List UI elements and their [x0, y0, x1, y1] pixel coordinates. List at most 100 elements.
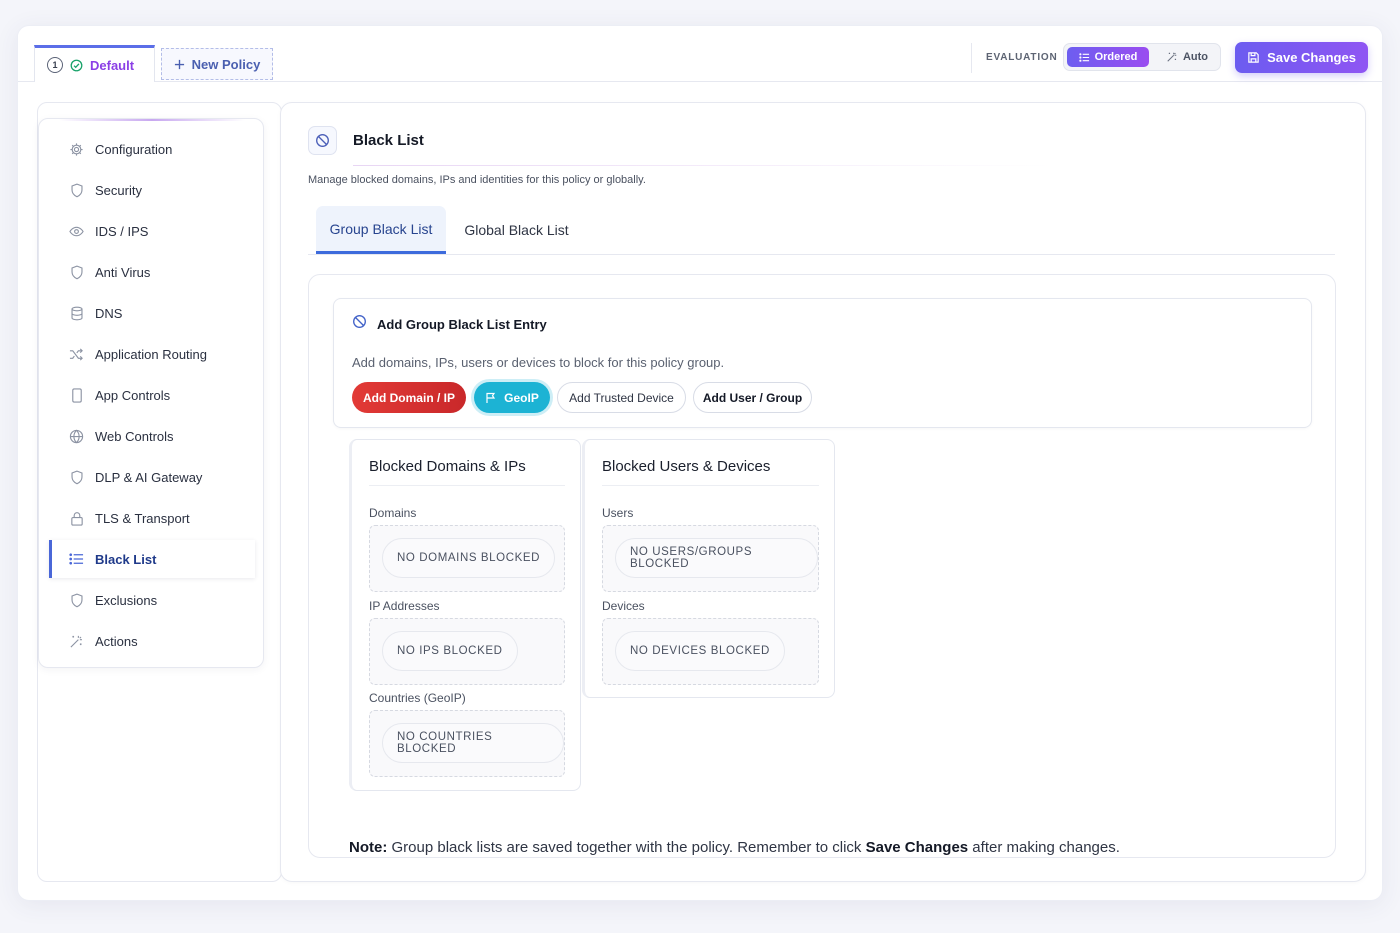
add-domain-ip-button[interactable]: Add Domain / IP — [352, 382, 466, 413]
block-icon — [308, 126, 337, 155]
domains-label: Domains — [369, 506, 417, 520]
sidebar-item-label: TLS & Transport — [95, 510, 190, 526]
lock-icon — [69, 511, 84, 526]
sidebar-nav: Configuration Security IDS / IPS Anti Vi… — [38, 118, 264, 668]
domains-empty-state: NO DOMAINS BLOCKED — [369, 525, 565, 592]
database-icon — [69, 306, 84, 321]
sidebar-item-label: DNS — [95, 305, 123, 321]
tab-global-black-list[interactable]: Global Black List — [453, 206, 580, 254]
new-policy-button[interactable]: New Policy — [161, 48, 273, 80]
add-entry-card: Add Group Black List Entry Add domains, … — [333, 298, 1312, 428]
policy-tab-label: Default — [90, 57, 135, 73]
blocked-domains-section: Blocked Domains & IPs Domains NO DOMAINS… — [349, 439, 581, 791]
evaluation-ordered-label: Ordered — [1094, 51, 1138, 63]
sidebar-item-label: Anti Virus — [95, 264, 151, 280]
shield-icon — [69, 470, 84, 485]
sidebar-item-app-controls[interactable]: App Controls — [49, 376, 255, 414]
geoip-button[interactable]: GeoIP — [474, 382, 550, 413]
sidebar-item-label: Web Controls — [95, 428, 174, 444]
evaluation-mode-toggle: Ordered Auto — [1063, 43, 1221, 71]
note-prefix: Note: — [349, 839, 388, 856]
evaluation-auto-button[interactable]: Auto — [1156, 47, 1218, 67]
sidebar-item-application-routing[interactable]: Application Routing — [49, 335, 255, 373]
app-window: 1 Default New Policy EVALUATION Ordered — [17, 25, 1383, 901]
add-trusted-device-button[interactable]: Add Trusted Device — [557, 382, 686, 413]
note-text: Group black lists are saved together wit… — [387, 839, 866, 856]
section-divider — [369, 485, 565, 486]
check-circle-icon — [70, 59, 83, 72]
plus-icon — [174, 59, 185, 70]
policy-number-badge: 1 — [47, 57, 63, 73]
list-icon — [1078, 52, 1090, 63]
new-policy-label: New Policy — [191, 56, 261, 72]
countries-empty-state: NO COUNTRIES BLOCKED — [369, 710, 565, 777]
eye-icon — [69, 224, 84, 239]
evaluation-ordered-button[interactable]: Ordered — [1067, 47, 1149, 67]
section-title: Blocked Domains & IPs — [369, 458, 526, 475]
sidebar-item-tls-transport[interactable]: TLS & Transport — [49, 499, 255, 537]
topbar-divider — [971, 43, 972, 73]
save-note: Note: Group black lists are saved togeth… — [349, 839, 1120, 856]
sidebar-item-actions[interactable]: Actions — [49, 622, 255, 660]
shield-icon — [69, 265, 84, 280]
users-label: Users — [602, 506, 634, 520]
empty-state-label: NO COUNTRIES BLOCKED — [382, 723, 564, 763]
sidebar-item-web-controls[interactable]: Web Controls — [49, 417, 255, 455]
wand-icon — [69, 634, 84, 649]
evaluation-auto-label: Auto — [1182, 51, 1209, 63]
save-changes-button[interactable]: Save Changes — [1235, 42, 1368, 73]
flag-icon — [485, 392, 497, 404]
sidebar-item-label: IDS / IPS — [95, 223, 149, 239]
sidebar-item-anti-virus[interactable]: Anti Virus — [49, 253, 255, 291]
sidebar-item-dlp-ai-gateway[interactable]: DLP & AI Gateway — [49, 458, 255, 496]
empty-state-label: NO IPS BLOCKED — [382, 631, 518, 671]
sidebar-item-ids-ips[interactable]: IDS / IPS — [49, 212, 255, 250]
sidebar-item-label: Actions — [95, 633, 138, 649]
block-icon — [352, 314, 367, 329]
page-title: Black List — [353, 132, 424, 149]
empty-state-label: NO USERS/GROUPS BLOCKED — [615, 538, 818, 578]
shield-icon — [69, 183, 84, 198]
top-bar: 1 Default New Policy EVALUATION Ordered — [18, 26, 1382, 82]
sidebar-item-security[interactable]: Security — [49, 171, 255, 209]
sidebar-item-exclusions[interactable]: Exclusions — [49, 581, 255, 619]
tab-group-black-list[interactable]: Group Black List — [316, 206, 446, 254]
shuffle-icon — [69, 347, 84, 362]
sidebar-item-dns[interactable]: DNS — [49, 294, 255, 332]
sidebar-item-label: Exclusions — [95, 592, 158, 608]
ips-empty-state: NO IPS BLOCKED — [369, 618, 565, 685]
countries-label: Countries (GeoIP) — [369, 691, 466, 705]
empty-state-label: NO DOMAINS BLOCKED — [382, 538, 556, 578]
geoip-label: GeoIP — [504, 390, 539, 405]
wand-icon — [1166, 51, 1178, 63]
section-title: Blocked Users & Devices — [602, 458, 771, 475]
shield-icon — [69, 593, 84, 608]
blacklist-tabs: Group Black List Global Black List — [308, 206, 1335, 255]
users-empty-state: NO USERS/GROUPS BLOCKED — [602, 525, 819, 592]
page-subtitle: Manage blocked domains, IPs and identiti… — [308, 174, 646, 186]
list-icon — [69, 552, 84, 567]
note-bold: Save Changes — [865, 839, 969, 856]
sidebar-item-label: DLP & AI Gateway — [95, 469, 203, 485]
sidebar-accent-line — [59, 119, 245, 121]
section-divider — [602, 485, 819, 486]
sidebar-item-label: Configuration — [95, 141, 173, 157]
save-changes-label: Save Changes — [1267, 50, 1356, 65]
evaluation-label: EVALUATION — [986, 52, 1058, 63]
sidebar-item-configuration[interactable]: Configuration — [49, 130, 255, 168]
devices-label: Devices — [602, 599, 645, 613]
ip-addresses-label: IP Addresses — [369, 599, 440, 613]
empty-state-label: NO DEVICES BLOCKED — [615, 631, 785, 671]
devices-empty-state: NO DEVICES BLOCKED — [602, 618, 819, 685]
mobile-icon — [69, 387, 84, 403]
note-text-end: after making changes. — [968, 839, 1120, 856]
sidebar-item-black-list[interactable]: Black List — [49, 540, 255, 578]
sidebar-item-label: Black List — [95, 551, 157, 567]
save-icon — [1247, 51, 1260, 64]
title-accent-line — [353, 165, 1053, 166]
gear-icon — [69, 142, 84, 157]
policy-tab-default[interactable]: 1 Default — [34, 45, 155, 82]
sidebar-item-label: Security — [95, 182, 142, 198]
sidebar-item-label: Application Routing — [95, 346, 208, 362]
add-user-group-button[interactable]: Add User / Group — [693, 382, 812, 413]
